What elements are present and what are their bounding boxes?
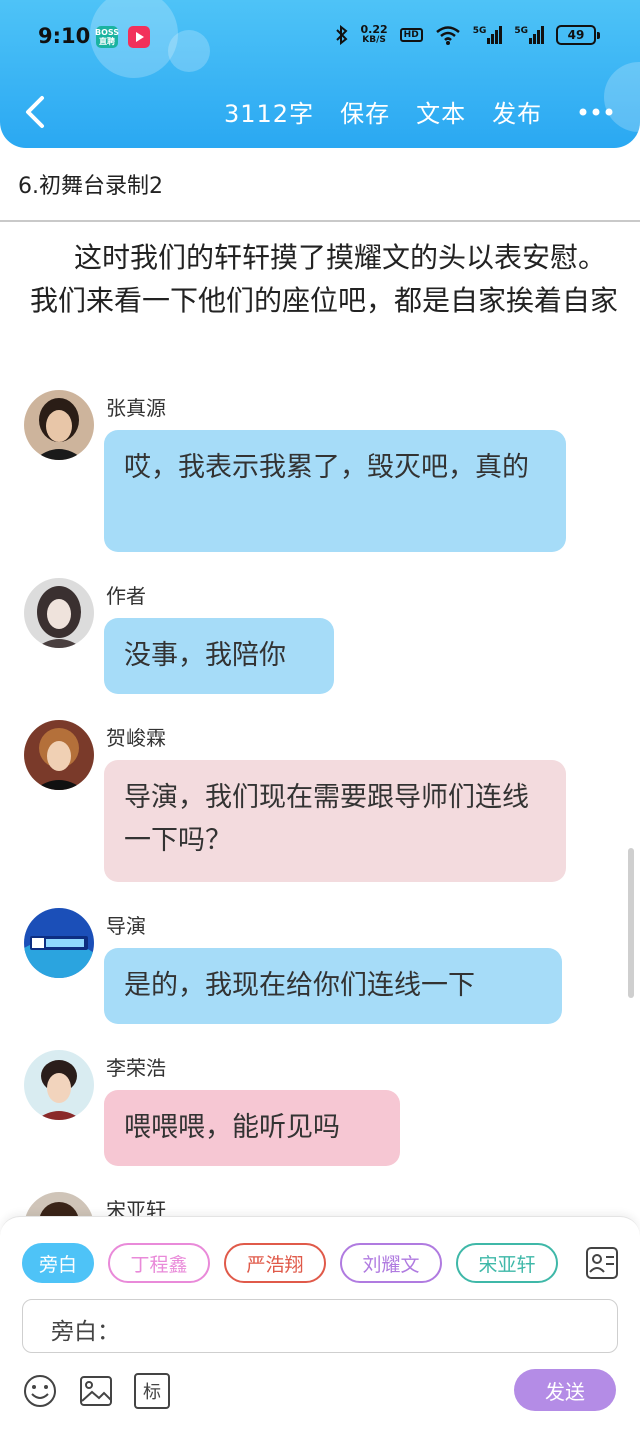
video-app-icon (128, 26, 150, 48)
role-chip-narrator[interactable]: 旁白 (22, 1243, 94, 1283)
divider (0, 220, 640, 222)
message-bubble[interactable]: 喂喂喂，能听见吗 (104, 1090, 400, 1166)
save-button[interactable]: 保存 (340, 94, 390, 129)
back-arrow-icon[interactable] (20, 94, 50, 130)
chapter-title[interactable]: 6.初舞台录制2 (18, 168, 163, 200)
send-button[interactable]: 发送 (514, 1369, 616, 1411)
bluetooth-icon (335, 25, 348, 45)
signal-sim1-icon: 5G (473, 26, 503, 44)
avatar (24, 578, 94, 648)
message-input[interactable]: 旁白： (22, 1299, 618, 1353)
speaker-name: 张真源 (106, 396, 166, 420)
role-chip-yan-haoxiang[interactable]: 严浩翔 (224, 1243, 326, 1283)
avatar (24, 390, 94, 460)
nav-actions: 3112字 保存 文本 发布 (224, 94, 542, 129)
hd-badge: HD (399, 28, 423, 42)
status-time: 9:10 (38, 24, 91, 48)
text-button[interactable]: 文本 (416, 94, 466, 129)
role-chip-liu-yaowen[interactable]: 刘耀文 (340, 1243, 442, 1283)
more-options-icon[interactable] (578, 102, 614, 122)
speaker-name: 作者 (106, 584, 146, 608)
role-chip-song-yaxuan[interactable]: 宋亚轩 (456, 1243, 558, 1283)
avatar (24, 720, 94, 790)
boss-app-icon: BOSS 直聘 (94, 26, 120, 48)
network-speed: 0.22 KB/S (360, 23, 388, 45)
wifi-icon (435, 26, 460, 45)
navigation-bar: 3112字 保存 文本 发布 (0, 80, 640, 144)
speaker-name: 导演 (106, 914, 146, 938)
composer-panel: 旁白 丁程鑫 严浩翔 刘耀文 宋亚轩 旁白： 标 发送 (0, 1216, 640, 1429)
top-header: 9:10 BOSS 直聘 0.22 KB/S HD 5G 5G 49 3112字… (0, 0, 640, 148)
mark-icon[interactable]: 标 (134, 1373, 170, 1409)
role-chip-ding-chengxin[interactable]: 丁程鑫 (108, 1243, 210, 1283)
narration-text[interactable]: 这时我们的轩轩摸了摸耀文的头以表安慰。我们来看一下他们的座位吧，都是自家挨着自家 (30, 236, 620, 322)
status-bar: 9:10 BOSS 直聘 0.22 KB/S HD 5G 5G 49 (0, 0, 640, 72)
image-icon[interactable] (78, 1373, 114, 1409)
emoji-icon[interactable] (22, 1373, 58, 1409)
message-bubble[interactable]: 是的，我现在给你们连线一下 (104, 948, 562, 1024)
speaker-name: 贺峻霖 (106, 726, 166, 750)
scrollbar[interactable] (628, 848, 634, 998)
publish-button[interactable]: 发布 (492, 94, 542, 129)
role-selector: 旁白 丁程鑫 严浩翔 刘耀文 宋亚轩 (22, 1243, 558, 1283)
avatar (24, 1050, 94, 1120)
message-bubble[interactable]: 没事，我陪你 (104, 618, 334, 694)
signal-sim2-icon: 5G (514, 26, 544, 44)
avatar (24, 908, 94, 978)
battery-indicator: 49 (556, 25, 600, 45)
speaker-name: 李荣浩 (106, 1056, 166, 1080)
status-indicators: 0.22 KB/S HD 5G 5G 49 (335, 23, 600, 46)
mark-icon-label: 标 (143, 1382, 161, 1403)
word-count: 3112字 (224, 100, 315, 128)
contact-card-icon[interactable] (584, 1245, 620, 1281)
message-bubble[interactable]: 哎，我表示我累了，毁灭吧，真的 (104, 430, 566, 552)
message-bubble[interactable]: 导演，我们现在需要跟导师们连线一下吗？ (104, 760, 566, 882)
